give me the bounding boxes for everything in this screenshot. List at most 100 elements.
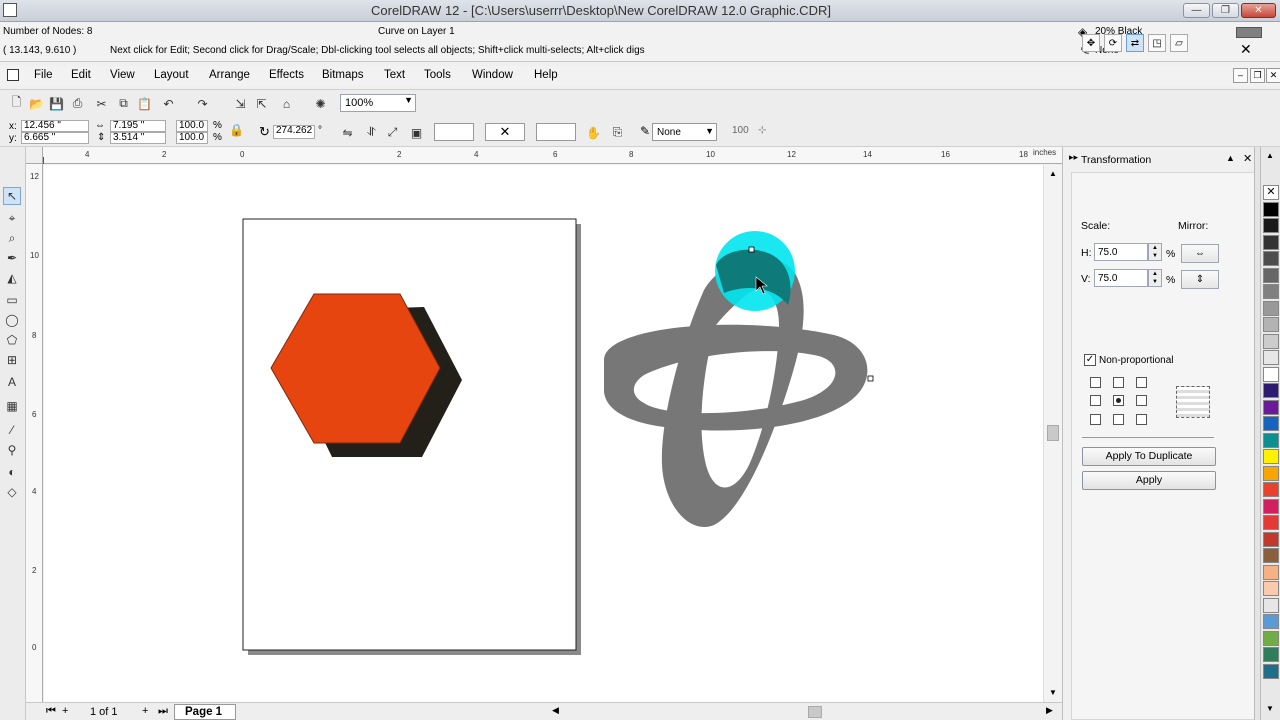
vertical-scrollbar[interactable]: ▲ ▼ (1043, 165, 1062, 702)
save-icon[interactable]: 💾 (48, 95, 65, 112)
undo-icon[interactable]: ↶ (160, 95, 177, 112)
corel-online-icon[interactable]: ✺ (312, 95, 329, 112)
skew-icon[interactable]: ▱ (1170, 34, 1188, 52)
scale-x-field[interactable]: 100.0 (176, 120, 208, 132)
anchor-top-center[interactable] (1113, 377, 1124, 388)
copy-icon[interactable]: ⧉ (115, 95, 132, 112)
palette-swatch[interactable] (1263, 515, 1279, 530)
no-fill-swatch[interactable]: ✕ (1263, 185, 1279, 200)
palette-swatch[interactable] (1263, 564, 1279, 580)
horizontal-ruler[interactable]: 4 2 0 2 4 6 8 10 12 14 16 18 inches (43, 147, 1063, 164)
fill-tool-icon[interactable]: ◐ (3, 463, 21, 481)
vertical-ruler[interactable]: 12 10 8 6 4 2 0 (26, 164, 43, 702)
text-tool-icon[interactable]: A (3, 373, 21, 391)
anchor-bottom-right[interactable] (1136, 414, 1147, 425)
mirror-vertical-button[interactable]: ⇕ (1181, 270, 1219, 289)
palette-swatch[interactable] (1263, 284, 1279, 299)
palette-swatch[interactable] (1263, 218, 1279, 233)
scroll-left-icon[interactable]: ◀ (552, 705, 559, 716)
scroll-right-icon[interactable]: ▶ (1046, 705, 1053, 716)
palette-swatch[interactable] (1263, 597, 1279, 613)
pick-tool-icon[interactable]: ↖ (3, 187, 21, 205)
menu-tools[interactable]: Tools (424, 69, 451, 81)
scale-v-field[interactable]: 75.0 (1094, 269, 1148, 287)
open-icon[interactable]: 📂 (28, 95, 45, 112)
palette-swatch[interactable] (1263, 548, 1279, 563)
palette-swatch[interactable] (1263, 614, 1279, 629)
ellipse-tool-icon[interactable]: ◯ (3, 311, 21, 329)
menu-edit[interactable]: Edit (71, 69, 91, 81)
palette-swatch[interactable] (1263, 267, 1279, 283)
vertical-scroll-thumb[interactable] (1047, 425, 1059, 441)
palette-swatch[interactable] (1263, 465, 1279, 481)
palette-swatch[interactable] (1263, 581, 1279, 596)
menu-help[interactable]: Help (534, 69, 558, 81)
anchor-middle-left[interactable] (1090, 395, 1101, 406)
palette-swatch[interactable] (1263, 383, 1279, 398)
anchor-top-left[interactable] (1090, 377, 1101, 388)
line-style-select[interactable]: ✕ (485, 123, 525, 141)
outline-tool-icon[interactable]: ⚲ (3, 441, 21, 459)
anchor-middle-right[interactable] (1136, 395, 1147, 406)
palette-swatch[interactable] (1263, 251, 1279, 266)
fill-swatch[interactable] (1236, 27, 1262, 38)
export-icon[interactable]: ⇱ (253, 95, 270, 112)
cut-icon[interactable]: ✂ (93, 95, 110, 112)
palette-swatch[interactable] (1263, 399, 1279, 415)
scroll-up-icon[interactable]: ▲ (1049, 169, 1057, 178)
non-proportional-checkbox[interactable]: ✓ (1084, 354, 1096, 366)
drawing-svg[interactable] (44, 165, 1043, 702)
palette-swatch[interactable] (1263, 333, 1279, 349)
anchor-center[interactable] (1113, 395, 1124, 406)
first-page-icon[interactable]: ⏮ (46, 705, 56, 718)
palette-scroll-up-icon[interactable]: ▲ (1266, 151, 1274, 160)
node-handle[interactable] (867, 375, 874, 382)
apply-to-duplicate-button[interactable]: Apply To Duplicate (1082, 447, 1216, 466)
scale-v-spinner[interactable]: ▲ ▼ (1148, 269, 1162, 287)
basic-shapes-icon[interactable]: ⊞ (3, 351, 21, 369)
outline-width-select[interactable]: None ▼ (652, 123, 717, 141)
anchor-bottom-center[interactable] (1113, 414, 1124, 425)
palette-swatch[interactable] (1263, 300, 1279, 316)
drawing-canvas[interactable] (44, 165, 1043, 702)
ruler-origin[interactable] (26, 147, 43, 164)
palette-swatch[interactable] (1263, 350, 1279, 365)
apply-button[interactable]: Apply (1082, 471, 1216, 490)
palette-swatch[interactable] (1263, 201, 1279, 217)
mirror-horizontal-button[interactable]: ⇔ (1181, 244, 1219, 263)
menu-bitmaps[interactable]: Bitmaps (322, 69, 364, 81)
minimize-button[interactable]: — (1183, 3, 1210, 18)
palette-swatch[interactable] (1263, 630, 1279, 646)
menu-arrange[interactable]: Arrange (209, 69, 250, 81)
scale-mirror-icon[interactable]: ⇄ (1126, 34, 1144, 52)
zoom-tool-icon[interactable]: ⌕ (3, 229, 21, 247)
page-tab[interactable]: Page 1 (174, 704, 236, 720)
redo-icon[interactable]: ↷ (194, 95, 211, 112)
new-icon[interactable]: 🗋 (8, 95, 25, 112)
palette-swatch[interactable] (1263, 498, 1279, 514)
position-icon[interactable]: ✥ (1082, 34, 1100, 52)
scale-y-field[interactable]: 100.0 (176, 132, 208, 144)
size-icon[interactable]: ◳ (1148, 34, 1166, 52)
doc-minimize-button[interactable]: – (1233, 68, 1248, 83)
align-icon[interactable]: ⤢ (384, 124, 401, 141)
scale-h-spinner[interactable]: ▲ ▼ (1148, 243, 1162, 261)
palette-swatch[interactable] (1263, 366, 1279, 382)
width-field[interactable]: 7.195 " (110, 120, 166, 132)
docker-close-icon[interactable]: ✕ (1243, 152, 1252, 165)
menu-file[interactable]: File (34, 69, 53, 81)
anchor-bottom-left[interactable] (1090, 414, 1101, 425)
add-page-icon[interactable]: + (62, 705, 68, 717)
close-button[interactable]: ✕ (1241, 3, 1276, 18)
smart-fill-icon[interactable]: ◭ (3, 269, 21, 287)
eyedropper-icon[interactable]: ⁄ (3, 421, 21, 439)
palette-swatch[interactable] (1263, 416, 1279, 431)
scale-h-field[interactable]: 75.0 (1094, 243, 1148, 261)
palette-swatch[interactable] (1263, 234, 1279, 250)
horizontal-scroll-thumb[interactable] (808, 706, 822, 718)
end-arrow-select[interactable] (536, 123, 576, 141)
node-handle[interactable] (748, 246, 755, 253)
palette-swatch[interactable] (1263, 449, 1279, 464)
wrap-text-icon[interactable]: ✋ (585, 124, 602, 141)
collapse-icon[interactable]: ▲ (1226, 153, 1235, 163)
